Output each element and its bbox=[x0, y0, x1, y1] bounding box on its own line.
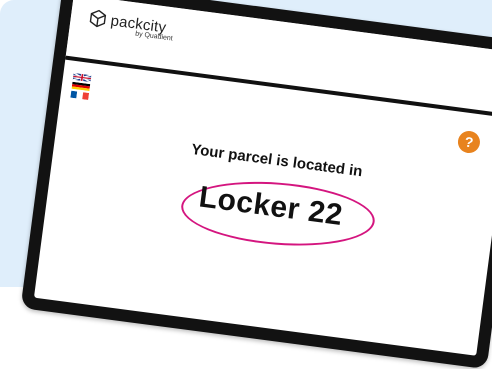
help-button[interactable]: ? bbox=[456, 129, 482, 155]
parcel-box-icon bbox=[88, 8, 108, 28]
flag-german-icon[interactable] bbox=[71, 81, 91, 92]
tablet-device: packcity by Quadient ? Your parcel is lo… bbox=[20, 0, 492, 369]
brand-logo: packcity by Quadient bbox=[87, 8, 175, 42]
tablet-screen: packcity by Quadient ? Your parcel is lo… bbox=[33, 0, 492, 356]
language-selector[interactable] bbox=[70, 72, 92, 102]
flag-english-icon[interactable] bbox=[72, 72, 92, 83]
flag-french-icon[interactable] bbox=[70, 90, 90, 100]
